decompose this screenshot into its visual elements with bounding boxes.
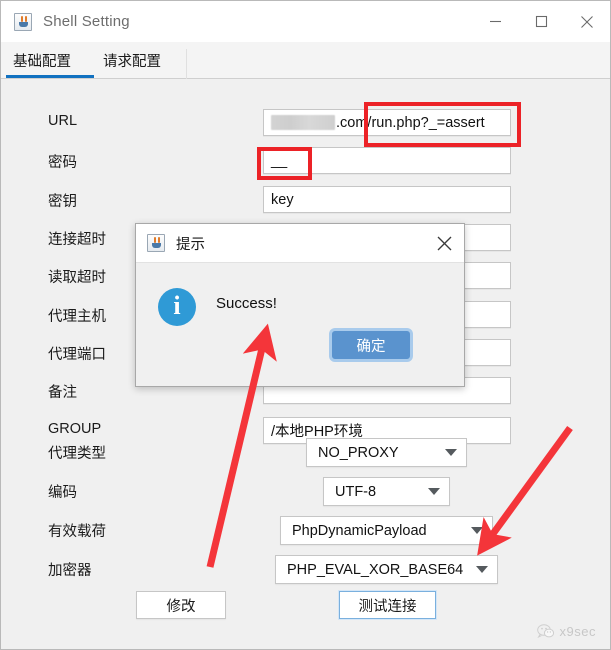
- dropdown-value-12: PHP_EVAL_XOR_BASE64: [287, 561, 464, 578]
- tab-separator: [186, 49, 187, 79]
- close-icon[interactable]: [564, 1, 610, 42]
- chevron-down-icon: [445, 449, 457, 456]
- dropdown-12[interactable]: PHP_EVAL_XOR_BASE64: [275, 555, 498, 584]
- watermark: x9sec: [536, 624, 596, 639]
- window-controls: [472, 1, 610, 42]
- window-title: Shell Setting: [43, 13, 130, 30]
- dropdown-value-11: PhpDynamicPayload: [292, 522, 427, 539]
- tab-basic-config[interactable]: 基础配置: [13, 42, 71, 79]
- modify-button-label: 修改: [166, 598, 196, 615]
- redacted-host: [271, 115, 335, 130]
- title-bar-left: Shell Setting: [14, 1, 130, 42]
- title-bar: Shell Setting: [1, 1, 610, 42]
- field-label-6: 代理端口: [48, 347, 106, 363]
- dropdown-value-9: NO_PROXY: [318, 444, 399, 461]
- input-1[interactable]: __: [263, 147, 511, 174]
- dropdown-value-10: UTF-8: [335, 483, 377, 500]
- input-value-0: .com/run.php?_=assert: [336, 114, 485, 131]
- field-label-9: 代理类型: [48, 446, 106, 462]
- java-icon: [14, 12, 32, 31]
- tab-basic-config-label: 基础配置: [13, 54, 71, 70]
- dialog-title: 提示: [176, 236, 205, 253]
- field-label-2: 密钥: [48, 194, 77, 210]
- wechat-icon: [536, 624, 554, 639]
- success-dialog: 提示 i Success! 确定: [135, 223, 465, 387]
- dialog-body: i Success! 确定: [136, 263, 464, 388]
- minimize-icon[interactable]: [472, 1, 518, 42]
- modify-button[interactable]: 修改: [136, 591, 226, 619]
- field-label-4: 读取超时: [48, 270, 106, 286]
- tab-bar: 基础配置 请求配置: [1, 42, 610, 79]
- input-0[interactable]: .com/run.php?_=assert: [263, 109, 511, 136]
- chevron-down-icon: [471, 527, 483, 534]
- field-label-0: URL: [48, 113, 78, 129]
- field-label-3: 连接超时: [48, 232, 106, 248]
- field-label-5: 代理主机: [48, 309, 106, 325]
- shell-setting-window: Shell Setting 基础配置 请求配置 URL .com/run.php?…: [0, 0, 611, 650]
- chevron-down-icon: [476, 566, 488, 573]
- java-icon: [147, 234, 165, 252]
- input-value-1: __: [271, 152, 288, 169]
- input-value-2: key: [271, 191, 294, 208]
- field-label-1: 密码: [48, 155, 77, 171]
- tab-request-config[interactable]: 请求配置: [103, 42, 161, 79]
- test-connection-button-label: 测试连接: [358, 598, 417, 615]
- input-2[interactable]: key: [263, 186, 511, 213]
- field-label-7: 备注: [48, 385, 77, 401]
- dialog-ok-button[interactable]: 确定: [332, 331, 410, 359]
- field-label-10: 编码: [48, 485, 77, 501]
- dropdown-11[interactable]: PhpDynamicPayload: [280, 516, 493, 545]
- maximize-icon[interactable]: [518, 1, 564, 42]
- field-label-11: 有效载荷: [48, 524, 106, 540]
- dialog-ok-label: 确定: [356, 338, 386, 355]
- dropdown-10[interactable]: UTF-8: [323, 477, 450, 506]
- info-icon: i: [158, 288, 196, 326]
- chevron-down-icon: [428, 488, 440, 495]
- watermark-text: x9sec: [559, 624, 596, 639]
- dialog-message: Success!: [216, 295, 277, 312]
- test-connection-button[interactable]: 测试连接: [339, 591, 436, 619]
- dropdown-9[interactable]: NO_PROXY: [306, 438, 467, 467]
- active-tab-indicator: [6, 75, 94, 78]
- tab-request-config-label: 请求配置: [103, 54, 161, 70]
- field-label-12: 加密器: [48, 563, 92, 579]
- field-label-8: GROUP: [48, 421, 102, 437]
- dialog-title-bar: 提示: [136, 224, 464, 263]
- close-icon[interactable]: [430, 230, 458, 256]
